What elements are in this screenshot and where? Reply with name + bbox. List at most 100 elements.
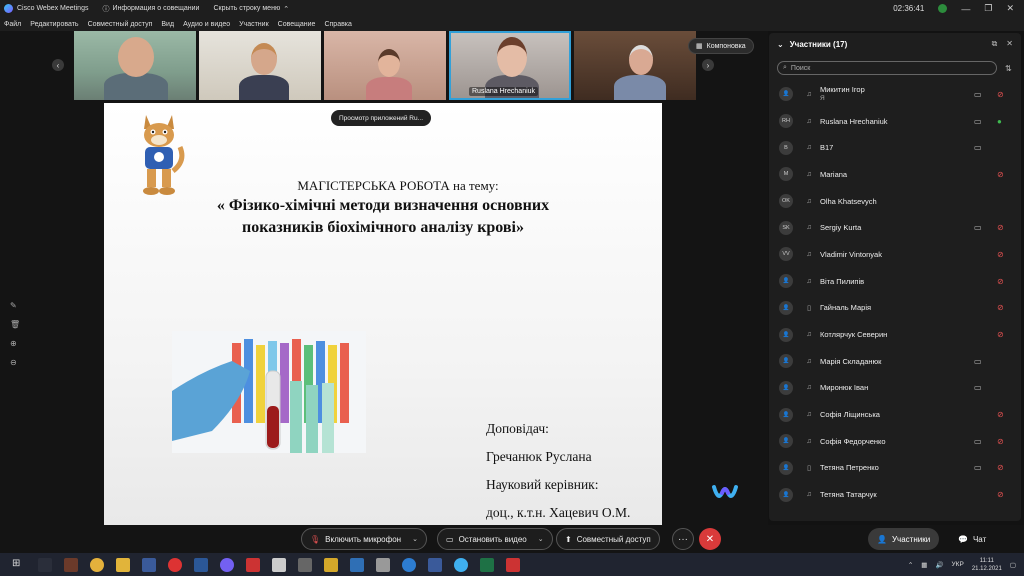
slide-title-line1: МАГІСТЕРСЬКА РОБОТА на тему: (297, 178, 499, 193)
participant-row[interactable]: 👤 ♫ Миронюк Іван ▭ (769, 375, 1021, 402)
thumbs-prev-button[interactable]: ‹ (52, 59, 64, 71)
settings-icon[interactable] (376, 557, 390, 572)
chevron-down-icon[interactable]: ⌄ (538, 535, 544, 543)
mic-muted-icon[interactable]: ⊘ (997, 490, 1004, 499)
participant-row[interactable]: 👤 ♫ Марія Складанюк ▭ (769, 348, 1021, 375)
mic-muted-icon[interactable]: ⊘ (997, 330, 1004, 339)
video-thumbnail[interactable] (199, 31, 321, 100)
video-thumbnail[interactable] (574, 31, 696, 100)
mic-muted-icon[interactable]: ⊘ (997, 170, 1004, 179)
language-indicator[interactable]: УКР (952, 561, 964, 568)
participant-row[interactable]: 👤 ♫ Микитин Ігор Я ▭ ⊘ (769, 81, 1021, 108)
video-thumbnail-active[interactable]: Ruslana Hrechaniuk (449, 31, 571, 100)
webex-icon[interactable] (454, 557, 468, 572)
mic-button[interactable]: 🎙 Включить микрофон ⌄ (301, 528, 427, 550)
close-panel-icon[interactable]: ✕ (1006, 39, 1013, 49)
chrome-icon[interactable] (90, 557, 104, 572)
mic-muted-icon[interactable]: ⊘ (997, 303, 1004, 312)
application-viewer-pill[interactable]: Просмотр приложений Ru... (331, 110, 432, 126)
popout-icon[interactable]: ⧉ (992, 39, 998, 49)
participant-row[interactable]: VV ♫ Vladimir Vintonyak ⊘ (769, 241, 1021, 268)
menu-meeting[interactable]: Совещание (278, 21, 316, 28)
system-clock[interactable]: 11:11 21.12.2021 (972, 557, 1002, 573)
mic-muted-icon[interactable]: ⊘ (997, 223, 1004, 232)
active-speaker-label: Ruslana Hrechaniuk (469, 87, 539, 96)
app-icon[interactable] (350, 557, 364, 572)
volume-icon[interactable]: 🔊 (935, 561, 943, 569)
vivaldi-icon[interactable] (506, 557, 520, 572)
vivaldi-icon[interactable] (246, 557, 260, 572)
tray-arrow-icon[interactable]: ⌃ (908, 561, 913, 569)
menu-edit[interactable]: Редактировать (30, 21, 78, 28)
menu-file[interactable]: Файл (4, 21, 21, 28)
participant-row[interactable]: B ♫ B17 ▭ (769, 134, 1021, 161)
participant-row[interactable]: 👤 ♫ Котлярчук Северин ⊘ (769, 321, 1021, 348)
hide-menu-button[interactable]: Скрыть строку меню ⌃ (213, 5, 289, 13)
viber-icon[interactable] (220, 557, 234, 572)
participant-row[interactable]: RH ♫ Ruslana Hrechaniuk ▭ ● (769, 108, 1021, 135)
mic-muted-icon[interactable]: ⊘ (997, 250, 1004, 259)
network-icon[interactable]: ▦ (921, 561, 927, 569)
windows-start-icon[interactable]: ⊞ (12, 558, 26, 572)
participant-row[interactable]: OK ♫ Olha Khatsevych (769, 188, 1021, 215)
connection-status-icon (938, 4, 948, 13)
sort-icon[interactable]: ⇅ (1005, 64, 1012, 73)
file-explorer-icon[interactable] (116, 557, 130, 572)
participant-row[interactable]: 👤 ♫ Віта Пилипів ⊘ (769, 268, 1021, 295)
mic-on-icon[interactable]: ● (997, 117, 1002, 126)
participant-row[interactable]: M ♫ Mariana ⊘ (769, 161, 1021, 188)
notifications-icon[interactable]: ▢ (1010, 561, 1016, 569)
save-icon[interactable] (428, 557, 442, 572)
task-view-icon[interactable] (38, 557, 52, 572)
menu-audio-video[interactable]: Аудио и видео (183, 21, 230, 28)
chevron-down-icon[interactable]: ⌄ (412, 535, 418, 543)
share-button[interactable]: ⬆ Совместный доступ (556, 528, 660, 550)
leave-meeting-button[interactable]: ✕ (699, 528, 721, 550)
mic-muted-icon[interactable]: ⊘ (997, 410, 1004, 419)
participants-button[interactable]: 👤 Участники (868, 528, 940, 550)
slide-title-main: « Фізико-хімічні методи визначення основ… (104, 195, 662, 239)
zoom-in-icon[interactable]: ⊕ (10, 339, 20, 348)
thumbs-next-button[interactable]: › (702, 59, 714, 71)
close-icon[interactable]: ✕ (1006, 3, 1014, 14)
annotate-icon[interactable]: ✎ (10, 301, 20, 310)
participant-row[interactable]: 👤 ▯ Гайналь Марія ⊘ (769, 295, 1021, 322)
folder-icon[interactable] (324, 557, 338, 572)
menu-help[interactable]: Справка (324, 21, 351, 28)
app-icon[interactable] (64, 557, 78, 572)
save-icon[interactable] (142, 557, 156, 572)
mic-muted-icon[interactable]: ⊘ (997, 277, 1004, 286)
participant-row[interactable]: 👤 ♫ Тетяна Татарчук ⊘ (769, 481, 1021, 508)
meeting-info-button[interactable]: ⓘ Информация о совещании (102, 4, 199, 14)
participant-row[interactable]: 👤 ♫ Софія Федорченко ▭ ⊘ (769, 428, 1021, 455)
minimize-icon[interactable]: — (961, 4, 970, 14)
restore-icon[interactable]: ❐ (984, 3, 992, 14)
participant-search-input[interactable]: ⌕ Поиск (777, 61, 997, 75)
video-button[interactable]: ▭ Остановить видео ⌄ (437, 528, 553, 550)
opera-icon[interactable] (168, 557, 182, 572)
chat-button[interactable]: 💬 Чат (952, 528, 992, 550)
zoom-out-icon[interactable]: ⊖ (10, 358, 20, 367)
globe-icon[interactable] (402, 557, 416, 572)
chevron-down-icon[interactable]: ⌄ (777, 40, 784, 49)
phone-icon: ▯ (807, 464, 811, 472)
menu-view[interactable]: Вид (161, 21, 174, 28)
menu-participant[interactable]: Участник (239, 21, 269, 28)
participant-row[interactable]: 👤 ♫ Софія Ліщинська ⊘ (769, 401, 1021, 428)
calculator-icon[interactable] (298, 557, 312, 572)
menu-share[interactable]: Совместный доступ (88, 21, 153, 28)
video-thumbnail[interactable] (324, 31, 446, 100)
participant-row[interactable]: SK ♫ Sergiy Kurta ▭ ⊘ (769, 214, 1021, 241)
mic-muted-icon[interactable]: ⊘ (997, 437, 1004, 446)
layout-button[interactable]: ▦ Компоновка (688, 38, 754, 54)
mic-muted-icon[interactable]: ⊘ (997, 90, 1004, 99)
headset-icon: ♫ (806, 170, 812, 178)
document-icon[interactable] (272, 557, 286, 572)
participant-row[interactable]: 👤 ▯ Тетяна Петренко ▭ ⊘ (769, 455, 1021, 482)
video-thumbnail[interactable] (74, 31, 196, 100)
mic-muted-icon[interactable]: ⊘ (997, 463, 1004, 472)
trash-icon[interactable]: 🗑 (10, 320, 20, 329)
word-icon[interactable] (194, 557, 208, 572)
more-options-button[interactable]: ··· (672, 528, 694, 550)
excel-icon[interactable] (480, 557, 494, 572)
